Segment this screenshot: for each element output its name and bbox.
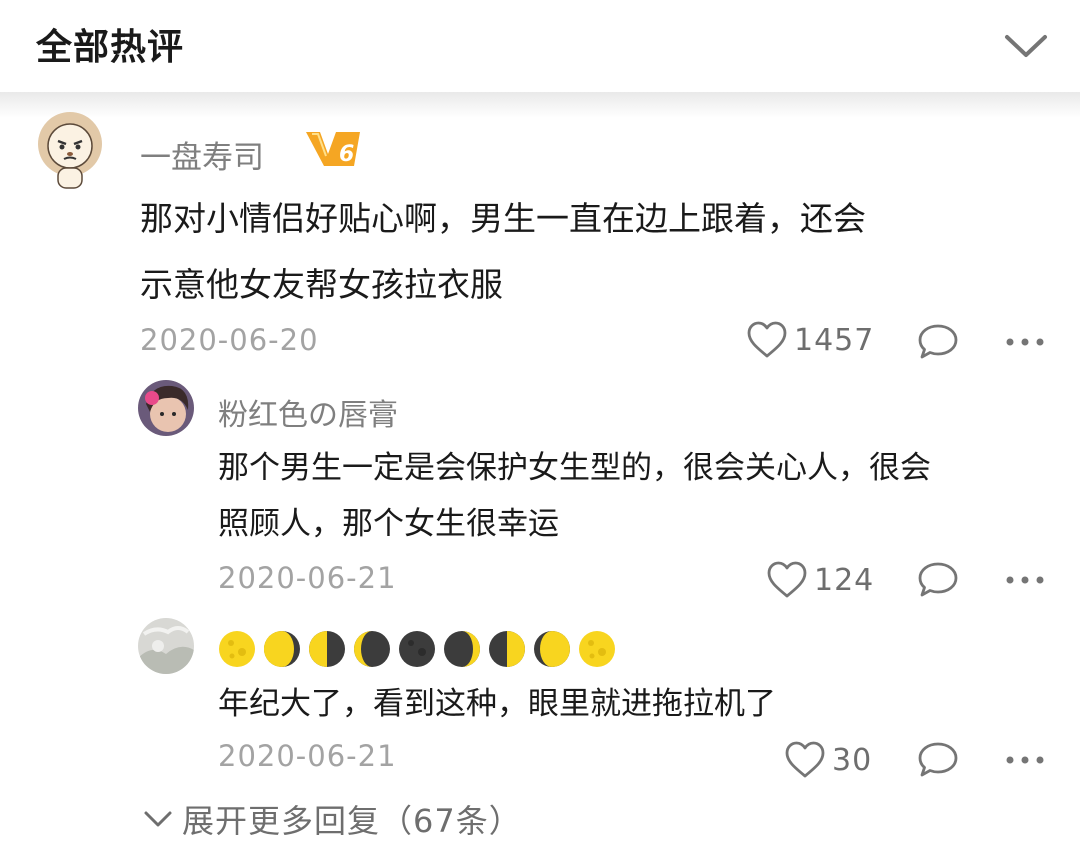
header-divider bbox=[0, 92, 1080, 118]
heart-outline-icon bbox=[747, 321, 787, 358]
comment-text-line: 示意他女友帮女孩拉衣服 bbox=[140, 265, 503, 304]
waning-gibbous-moon-icon bbox=[264, 631, 300, 667]
more-button[interactable] bbox=[1002, 566, 1048, 594]
chevron-down-icon bbox=[144, 811, 172, 827]
expand-replies-label: 展开更多回复（67条） bbox=[182, 802, 522, 840]
like-button[interactable]: 1457 bbox=[746, 320, 874, 360]
username[interactable]: 粉红色の唇膏 bbox=[218, 390, 398, 434]
heart-outline-icon bbox=[785, 741, 825, 778]
more-button[interactable] bbox=[1002, 746, 1048, 774]
landscape-photo-avatar-icon bbox=[138, 618, 194, 674]
reply-date: 2020-06-21 bbox=[218, 739, 397, 773]
reply-button[interactable] bbox=[914, 320, 962, 364]
waxing-crescent-moon-icon bbox=[444, 631, 480, 667]
more-dots-icon bbox=[1006, 338, 1044, 346]
comment-text-line: 那对小情侣好贴心啊，男生一直在边上跟着，还会 bbox=[140, 199, 866, 238]
lion-avatar-icon bbox=[38, 112, 102, 189]
username[interactable]: 一盘寿司 bbox=[140, 132, 264, 177]
first-quarter-moon-icon bbox=[489, 631, 525, 667]
expand-replies-button[interactable]: 展开更多回复（67条） bbox=[142, 796, 522, 842]
like-button[interactable]: 124 bbox=[766, 560, 874, 600]
vip-level-badge-icon: 6 bbox=[306, 132, 360, 167]
full-moon-icon bbox=[219, 631, 255, 667]
more-dots-icon bbox=[1006, 756, 1044, 764]
reply-button[interactable] bbox=[914, 558, 962, 602]
username-emoji[interactable] bbox=[218, 630, 623, 668]
girl-photo-avatar-icon bbox=[138, 380, 194, 436]
chevron-down-icon bbox=[1005, 35, 1047, 57]
reply-text-line: 那个男生一定是会保护女生型的，很会关心人，很会 bbox=[218, 450, 931, 486]
more-dots-icon bbox=[1006, 576, 1044, 584]
comments-header: 全部热评 bbox=[0, 0, 1080, 92]
heart-outline-icon bbox=[767, 561, 807, 598]
speech-bubble-icon bbox=[918, 324, 958, 359]
like-count: 1457 bbox=[794, 322, 875, 358]
like-count: 30 bbox=[832, 742, 873, 778]
avatar[interactable] bbox=[34, 110, 106, 190]
speech-bubble-icon bbox=[918, 742, 958, 777]
reply-text: 年纪大了，看到这种，眼里就进拖拉机了 bbox=[218, 686, 776, 722]
avatar[interactable] bbox=[138, 618, 194, 674]
avatar[interactable] bbox=[138, 380, 194, 436]
like-count: 124 bbox=[814, 562, 875, 598]
last-quarter-moon-icon bbox=[309, 631, 345, 667]
collapse-button[interactable] bbox=[996, 22, 1056, 70]
speech-bubble-icon bbox=[918, 562, 958, 597]
section-title: 全部热评 bbox=[36, 27, 185, 68]
waning-crescent-moon-icon bbox=[354, 631, 390, 667]
new-moon-icon bbox=[399, 631, 435, 667]
full-moon-icon bbox=[579, 631, 615, 667]
reply-date: 2020-06-21 bbox=[218, 561, 397, 595]
reply-text-line: 照顾人，那个女生很幸运 bbox=[218, 506, 559, 542]
vip-badge: 6 bbox=[302, 128, 364, 170]
comment-text: 那对小情侣好贴心啊，男生一直在边上跟着，还会 示意他女友帮女孩拉衣服 bbox=[140, 186, 1040, 318]
reply-text: 那个男生一定是会保护女生型的，很会关心人，很会 照顾人，那个女生很幸运 bbox=[218, 440, 1048, 552]
like-button[interactable]: 30 bbox=[784, 740, 872, 780]
svg-text:6: 6 bbox=[339, 142, 354, 167]
comment-date: 2020-06-20 bbox=[140, 323, 319, 357]
more-button[interactable] bbox=[1002, 328, 1048, 356]
reply-button[interactable] bbox=[914, 738, 962, 782]
waxing-gibbous-moon-icon bbox=[534, 631, 570, 667]
